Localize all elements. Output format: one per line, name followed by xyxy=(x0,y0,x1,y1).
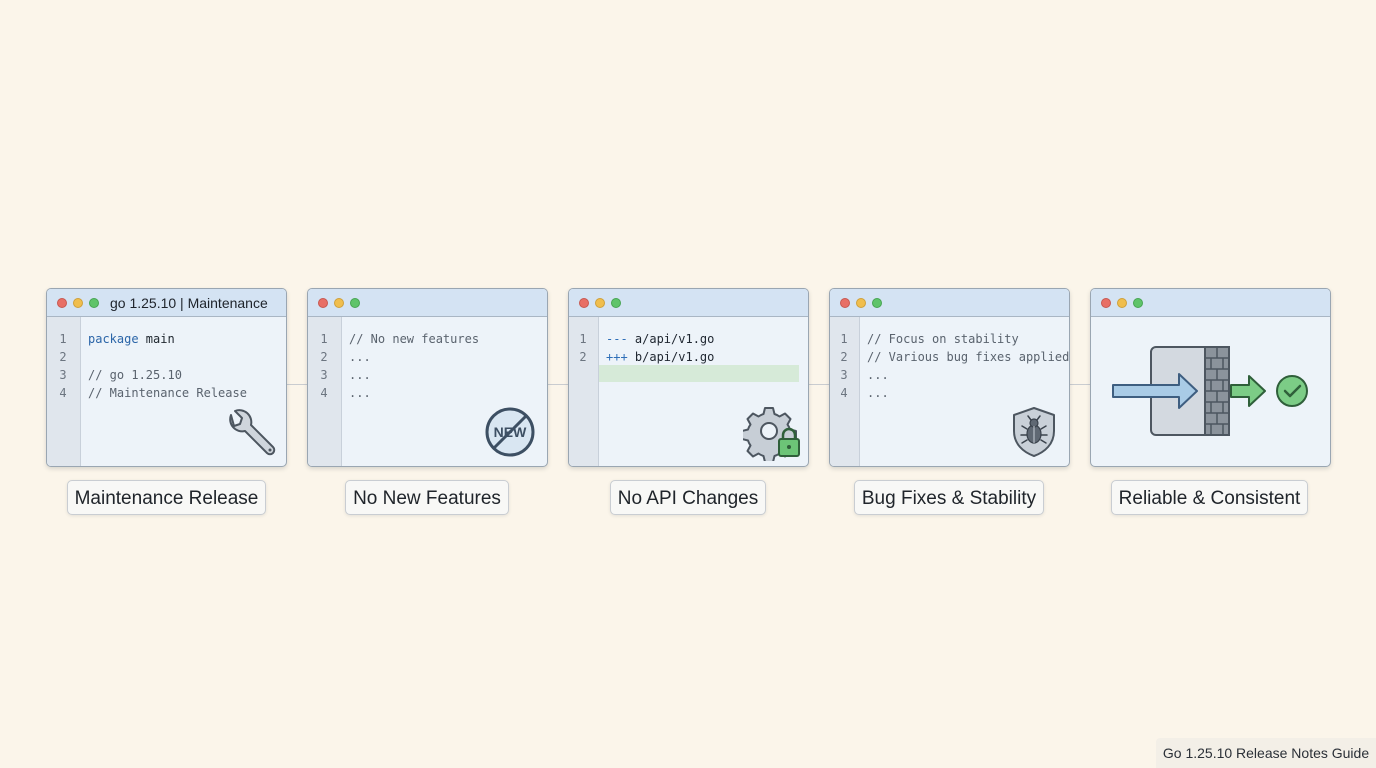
window-titlebar xyxy=(1091,289,1330,317)
line-number: 2 xyxy=(579,350,587,364)
code-line: 1 package main xyxy=(47,330,286,348)
minimize-dot xyxy=(1117,298,1127,308)
line-number: 1 xyxy=(59,332,67,346)
no-new-icon: NEW xyxy=(485,407,535,457)
label-maintenance-release: Maintenance Release xyxy=(67,480,266,515)
code-line: 4 ... xyxy=(830,384,1069,402)
window-titlebar: go 1.25.10 | Maintenance xyxy=(47,289,286,317)
firewall-check-icon xyxy=(1112,346,1308,436)
code-text: package main xyxy=(88,332,175,346)
code-text: // No new features xyxy=(349,332,480,346)
minimize-dot xyxy=(334,298,344,308)
line-number: 1 xyxy=(840,332,848,346)
footer-caption: Go 1.25.10 Release Notes Guide xyxy=(1156,738,1376,768)
code-line: 4 // Maintenance Release xyxy=(47,384,286,402)
line-number: 4 xyxy=(840,386,848,400)
code-text: // go 1.25.10 xyxy=(88,368,182,382)
maximize-dot xyxy=(611,298,621,308)
window-titlebar xyxy=(569,289,808,317)
maximize-dot xyxy=(872,298,882,308)
code-line: 4 ... xyxy=(308,384,547,402)
code-text: // Focus on stability xyxy=(867,332,1019,346)
code-text: --- a/api/v1.go xyxy=(606,332,715,346)
code-text: ... xyxy=(867,386,889,400)
line-number: 3 xyxy=(840,368,848,382)
line-number: 3 xyxy=(59,368,67,382)
code-line: 3 ... xyxy=(308,366,547,384)
panel-no-api-changes: 1 --- a/api/v1.go 2 +++ b/api/v1.go xyxy=(568,288,809,467)
minimize-dot xyxy=(73,298,83,308)
diff-highlight-row xyxy=(599,365,799,382)
code-line: 2 // Various bug fixes applied xyxy=(830,348,1069,366)
code-lines: 1 package main 2 3 // go 1.25.10 4 // Ma… xyxy=(47,330,286,402)
line-number: 3 xyxy=(320,368,328,382)
code-line: 2 +++ b/api/v1.go xyxy=(569,348,808,366)
code-text: // Maintenance Release xyxy=(88,386,247,400)
label-reliable-consistent: Reliable & Consistent xyxy=(1111,480,1308,515)
window-title: go 1.25.10 | Maintenance xyxy=(110,295,268,311)
maximize-dot xyxy=(89,298,99,308)
line-number: 2 xyxy=(320,350,328,364)
line-number: 1 xyxy=(320,332,328,346)
code-text: // Various bug fixes applied xyxy=(867,350,1070,364)
gear-lock-icon xyxy=(743,407,800,461)
close-dot xyxy=(318,298,328,308)
code-line: 3 ... xyxy=(830,366,1069,384)
code-lines: 1 // No new features 2 ... 3 ... 4 ... xyxy=(308,330,547,402)
shield-bug-icon xyxy=(1013,407,1055,457)
panel-bug-fixes: 1 // Focus on stability 2 // Various bug… xyxy=(829,288,1070,467)
maximize-dot xyxy=(350,298,360,308)
maximize-dot xyxy=(1133,298,1143,308)
code-lines: 1 --- a/api/v1.go 2 +++ b/api/v1.go xyxy=(569,330,808,366)
wrench-icon xyxy=(229,409,276,456)
label-bug-fixes-stability: Bug Fixes & Stability xyxy=(854,480,1044,515)
minimize-dot xyxy=(856,298,866,308)
close-dot xyxy=(57,298,67,308)
code-line: 2 ... xyxy=(308,348,547,366)
close-dot xyxy=(840,298,850,308)
line-number: 4 xyxy=(59,386,67,400)
code-text: ... xyxy=(349,386,371,400)
code-text: +++ b/api/v1.go xyxy=(606,350,715,364)
line-number: 4 xyxy=(320,386,328,400)
label-no-new-features: No New Features xyxy=(345,480,509,515)
code-line: 1 --- a/api/v1.go xyxy=(569,330,808,348)
code-text: ... xyxy=(349,350,371,364)
code-line: 1 // No new features xyxy=(308,330,547,348)
window-titlebar xyxy=(308,289,547,317)
window-titlebar xyxy=(830,289,1069,317)
line-number: 1 xyxy=(579,332,587,346)
line-number: 2 xyxy=(840,350,848,364)
code-text: ... xyxy=(867,368,889,382)
panel-no-new-features: 1 // No new features 2 ... 3 ... 4 ... N… xyxy=(307,288,548,467)
minimize-dot xyxy=(595,298,605,308)
close-dot xyxy=(1101,298,1111,308)
line-number: 2 xyxy=(59,350,67,364)
code-line: 2 xyxy=(47,348,286,366)
code-line: 1 // Focus on stability xyxy=(830,330,1069,348)
code-line: 3 // go 1.25.10 xyxy=(47,366,286,384)
code-text: ... xyxy=(349,368,371,382)
label-no-api-changes: No API Changes xyxy=(610,480,766,515)
close-dot xyxy=(579,298,589,308)
panel-reliable xyxy=(1090,288,1331,467)
panel-maintenance: go 1.25.10 | Maintenance 1 package main … xyxy=(46,288,287,467)
code-lines: 1 // Focus on stability 2 // Various bug… xyxy=(830,330,1069,402)
